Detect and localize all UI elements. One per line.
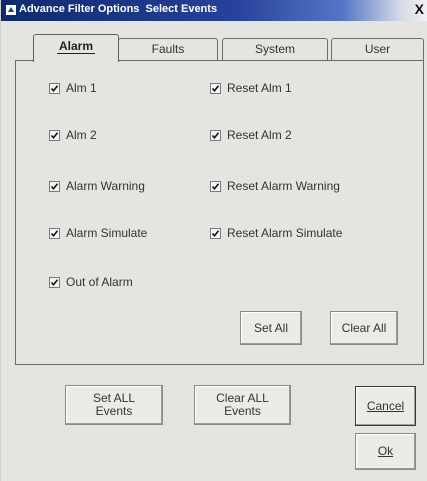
checkbox-reset-alarm-simulate[interactable]: Reset Alarm Simulate xyxy=(210,226,342,240)
clear-all-events-line2: Events xyxy=(224,404,261,418)
window-title: Advance Filter Options Select Events xyxy=(19,3,218,15)
tab-faults-label: Faults xyxy=(151,42,185,56)
close-icon[interactable]: X xyxy=(415,1,424,17)
set-all-events-button[interactable]: Set ALL Events xyxy=(65,385,163,425)
checkmark-icon xyxy=(49,129,60,141)
checkmark-icon xyxy=(210,129,221,141)
clear-all-label: Clear All xyxy=(341,320,387,335)
checkmark-icon xyxy=(49,180,60,192)
checkbox-label: Reset Alm 2 xyxy=(227,128,292,142)
checkbox-label: Alm 2 xyxy=(66,128,97,142)
checkbox-label: Alm 1 xyxy=(66,81,97,95)
set-all-button[interactable]: Set All xyxy=(240,311,302,345)
ok-button[interactable]: Ok xyxy=(355,433,416,470)
cancel-label: Cancel xyxy=(366,398,405,413)
title-bar[interactable]: Advance Filter Options Select Events X xyxy=(1,0,427,21)
checkbox-alarm-warning[interactable]: Alarm Warning xyxy=(49,179,145,193)
app-icon xyxy=(6,5,16,15)
checkbox-label: Alarm Warning xyxy=(66,179,145,193)
tab-system[interactable]: System xyxy=(222,38,328,60)
checkbox-label: Reset Alarm Simulate xyxy=(227,226,343,240)
checkmark-icon xyxy=(49,82,60,94)
checkbox-reset-alarm-warning[interactable]: Reset Alarm Warning xyxy=(210,179,340,193)
checkbox-alm-2[interactable]: Alm 2 xyxy=(49,128,97,142)
checkbox-label: Reset Alarm Warning xyxy=(227,179,340,193)
tab-user[interactable]: User xyxy=(331,38,424,60)
cancel-button[interactable]: Cancel xyxy=(355,386,416,426)
checkmark-icon xyxy=(210,180,221,192)
tab-faults[interactable]: Faults xyxy=(118,38,218,60)
ok-label: Ok xyxy=(377,444,394,458)
checkbox-label: Alarm Simulate xyxy=(66,226,148,240)
checkmark-icon xyxy=(210,227,221,239)
checkmark-icon xyxy=(49,276,60,288)
set-all-events-line2: Events xyxy=(95,404,133,418)
set-all-label: Set All xyxy=(253,320,289,335)
alarm-tab-panel: Alm 1 Reset Alm 1 Alm 2 Reset Alm 2 Alar… xyxy=(15,60,424,365)
checkbox-out-of-alarm[interactable]: Out of Alarm xyxy=(49,275,133,289)
checkbox-reset-alm-1[interactable]: Reset Alm 1 xyxy=(210,81,292,95)
tab-system-label: System xyxy=(254,42,295,56)
checkmark-icon xyxy=(49,227,60,239)
clear-all-button[interactable]: Clear All xyxy=(330,311,398,345)
tab-alarm-label: Alarm xyxy=(56,39,95,54)
dialog-window: Advance Filter Options Select Events X A… xyxy=(0,0,427,481)
checkbox-reset-alm-2[interactable]: Reset Alm 2 xyxy=(210,128,292,142)
checkbox-label: Reset Alm 1 xyxy=(227,81,292,95)
clear-all-events-button[interactable]: Clear ALL Events xyxy=(194,385,291,425)
tab-alarm[interactable]: Alarm xyxy=(33,34,119,62)
tab-user-label: User xyxy=(364,42,391,56)
checkbox-label: Out of Alarm xyxy=(66,275,133,289)
checkmark-icon xyxy=(210,82,221,94)
checkbox-alarm-simulate[interactable]: Alarm Simulate xyxy=(49,226,147,240)
checkbox-alm-1[interactable]: Alm 1 xyxy=(49,81,97,95)
